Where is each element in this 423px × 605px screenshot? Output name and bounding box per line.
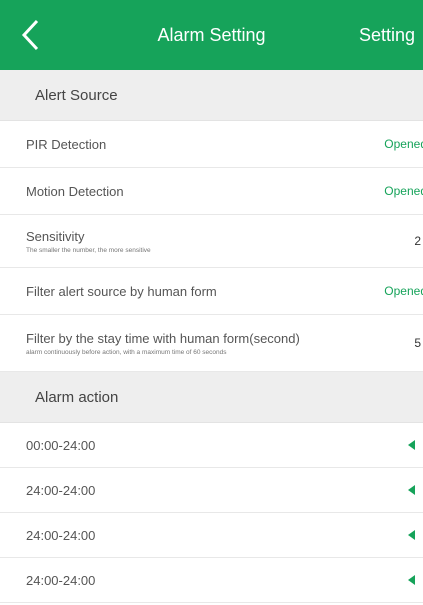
stay-time-hint: alarm continuously before action, with a…	[26, 348, 227, 356]
setting-button[interactable]: Setting	[359, 0, 415, 70]
sensitivity-row[interactable]: Sensitivity The smaller the number, the …	[0, 215, 423, 268]
alarm-action-row[interactable]: 24:00-24:00	[0, 468, 423, 513]
speaker-icon[interactable]	[408, 530, 415, 540]
alarm-action-row[interactable]: 24:00-24:00	[0, 558, 423, 603]
human-form-filter-label: Filter alert source by human form	[26, 283, 217, 299]
sensitivity-label: Sensitivity	[26, 228, 85, 244]
stay-time-value: 5	[414, 336, 421, 350]
pir-detection-status: Opened	[384, 137, 423, 151]
motion-detection-status: Opened	[384, 184, 423, 198]
pir-detection-label: PIR Detection	[26, 136, 107, 152]
section-header-alert-source: Alert Source	[0, 70, 423, 121]
alarm-action-row[interactable]: 00:00-24:00	[0, 423, 423, 468]
time-range-label: 00:00-24:00	[26, 437, 96, 453]
speaker-icon[interactable]	[408, 575, 415, 585]
speaker-icon[interactable]	[408, 485, 415, 495]
human-form-filter-status: Opened	[384, 284, 423, 298]
speaker-icon[interactable]	[408, 440, 415, 450]
chevron-left-icon	[21, 19, 39, 51]
motion-detection-row[interactable]: Motion Detection Opened	[0, 168, 423, 215]
time-range-label: 24:00-24:00	[26, 482, 96, 498]
sensitivity-value: 2	[414, 234, 421, 248]
back-button[interactable]	[0, 0, 60, 70]
pir-detection-row[interactable]: PIR Detection Opened	[0, 121, 423, 168]
top-bar: Alarm Setting Setting	[0, 0, 423, 70]
stay-time-row[interactable]: Filter by the stay time with human form(…	[0, 315, 423, 372]
human-form-filter-row[interactable]: Filter alert source by human form Opened	[0, 268, 423, 315]
motion-detection-label: Motion Detection	[26, 183, 124, 199]
section-header-alarm-action: Alarm action	[0, 372, 423, 423]
time-range-label: 24:00-24:00	[26, 527, 96, 543]
sensitivity-hint: The smaller the number, the more sensiti…	[26, 246, 151, 254]
stay-time-label: Filter by the stay time with human form(…	[26, 330, 300, 346]
alarm-action-row[interactable]: 24:00-24:00	[0, 513, 423, 558]
time-range-label: 24:00-24:00	[26, 572, 96, 588]
